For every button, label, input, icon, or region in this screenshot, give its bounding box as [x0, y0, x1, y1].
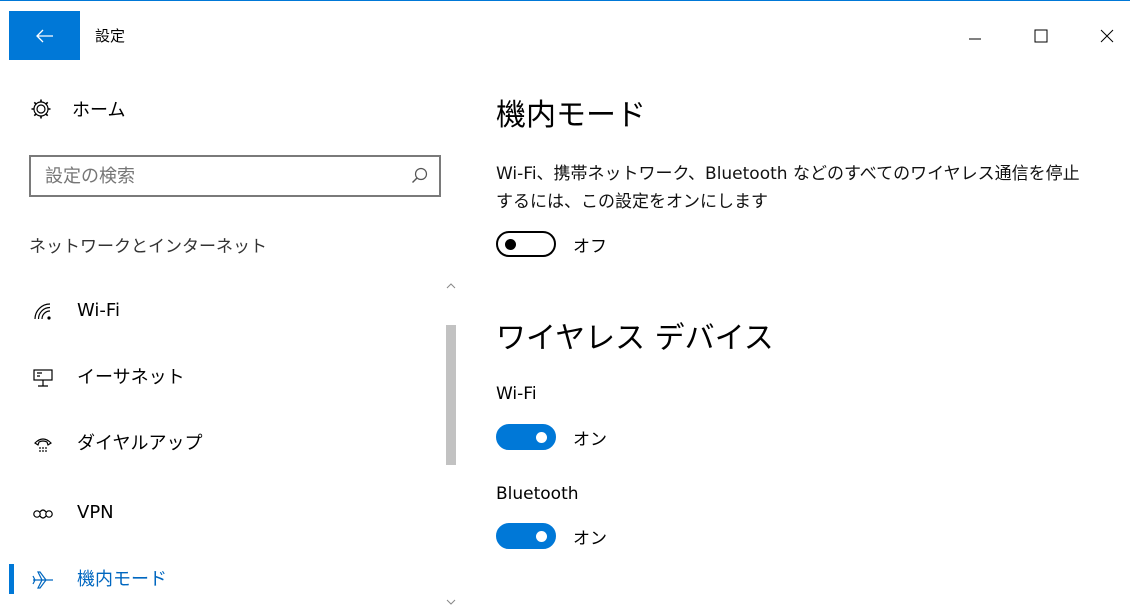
sidebar-item-label: イーサネット: [77, 367, 185, 388]
window-title: 設定: [95, 27, 126, 45]
airplane-description: Wi-Fi、携帯ネットワーク、Bluetooth などのすべてのワイヤレス通信を…: [496, 164, 1080, 212]
scroll-thumb[interactable]: [446, 325, 456, 465]
title-bar: 設定: [0, 0, 1130, 60]
bluetooth-label: Bluetooth: [496, 484, 579, 504]
wifi-icon: [31, 300, 55, 324]
search-input[interactable]: [45, 165, 405, 187]
toggle-knob: [536, 432, 547, 443]
sidebar-item-dialup[interactable]: ダイヤルアップ: [0, 412, 440, 472]
toggle-knob: [536, 531, 547, 542]
active-indicator: [9, 564, 14, 594]
airplane-mode-toggle[interactable]: [496, 231, 556, 257]
minimize-button[interactable]: [960, 21, 990, 51]
airplane-toggle-label: オフ: [573, 236, 607, 257]
sidebar-item-label: 機内モード: [77, 569, 167, 590]
back-button[interactable]: [9, 11, 80, 60]
back-arrow-icon: [35, 29, 53, 42]
sidebar-item-vpn[interactable]: VPN: [0, 482, 440, 542]
airplane-toggle-row: オフ: [496, 231, 607, 257]
page-title: 機内モード: [496, 98, 646, 133]
home-label: ホーム: [72, 100, 126, 121]
toggle-knob: [505, 239, 516, 250]
home-link[interactable]: ホーム: [30, 94, 125, 124]
sidebar-item-label: VPN: [77, 501, 114, 523]
sidebar-item-label: ダイヤルアップ: [77, 433, 203, 454]
bluetooth-toggle-row: オン: [496, 523, 607, 549]
vpn-icon: [31, 502, 55, 526]
wifi-toggle-row: オン: [496, 424, 607, 450]
sidebar-item-label: Wi-Fi: [77, 299, 120, 321]
dialup-icon: [31, 432, 55, 456]
maximize-icon: [1034, 29, 1048, 43]
minimize-icon: [969, 38, 981, 40]
search-icon[interactable]: [411, 167, 429, 185]
scroll-down-icon[interactable]: [446, 598, 456, 606]
wifi-toggle[interactable]: [496, 424, 556, 450]
wifi-toggle-label: オン: [573, 429, 607, 450]
search-box[interactable]: [29, 155, 441, 197]
gear-icon: [31, 99, 51, 119]
wireless-devices-title: ワイヤレス デバイス: [496, 321, 774, 356]
maximize-button[interactable]: [1026, 21, 1056, 51]
close-icon: [1100, 29, 1114, 43]
sidebar-item-airplane-mode[interactable]: 機内モード: [0, 548, 440, 607]
sidebar-scrollbar[interactable]: [443, 280, 463, 607]
sidebar-item-wifi[interactable]: Wi-Fi: [0, 280, 440, 340]
bluetooth-toggle[interactable]: [496, 523, 556, 549]
scroll-up-icon[interactable]: [446, 282, 456, 290]
wifi-label: Wi-Fi: [496, 384, 537, 404]
sidebar-nav: Wi-Fi イーサネット ダイヤルアップ VPN 機内モード: [0, 280, 445, 607]
airplane-icon: [31, 568, 55, 592]
sidebar-item-ethernet[interactable]: イーサネット: [0, 346, 440, 406]
bluetooth-toggle-label: オン: [573, 528, 607, 549]
close-button[interactable]: [1092, 21, 1122, 51]
ethernet-icon: [31, 366, 55, 390]
sidebar-section-title: ネットワークとインターネット: [29, 237, 267, 257]
